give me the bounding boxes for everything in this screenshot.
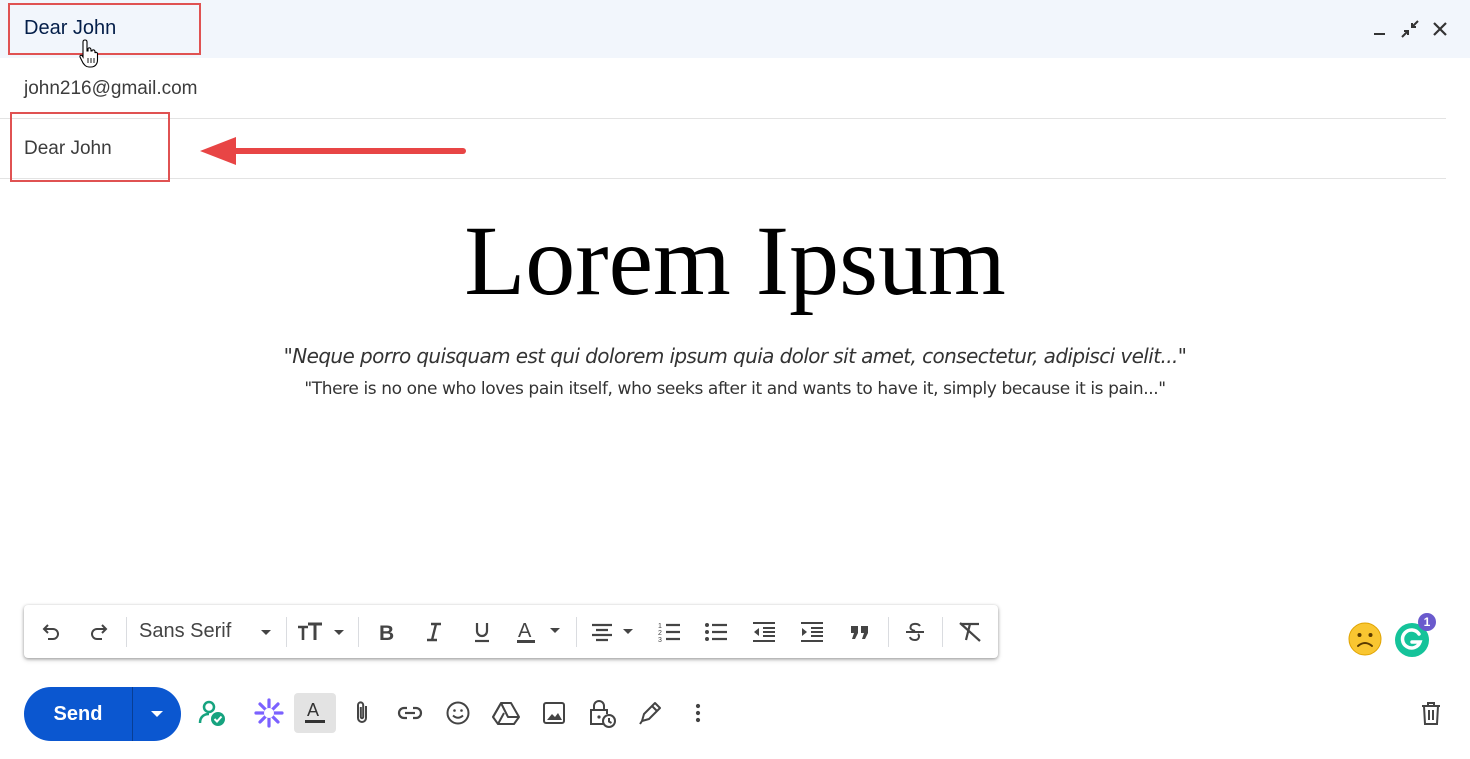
body-quote-latin: "Neque porro quisquam est qui dolorem ip… <box>283 344 1187 368</box>
recipients-row[interactable]: john216@gmail.com <box>0 58 1446 119</box>
attach-icon[interactable] <box>342 693 382 733</box>
svg-text:A: A <box>307 700 319 720</box>
svg-text:A: A <box>518 620 532 642</box>
redo-icon[interactable] <box>84 618 114 646</box>
svg-text:2: 2 <box>658 630 662 637</box>
photo-icon[interactable] <box>534 693 574 733</box>
font-family-select[interactable]: Sans Serif <box>139 620 231 643</box>
indent-less-icon[interactable] <box>749 618 779 646</box>
sparkle-icon[interactable] <box>249 693 289 733</box>
drive-icon[interactable] <box>486 693 526 733</box>
align-icon[interactable] <box>589 618 639 646</box>
arrow-annotation-icon <box>200 137 466 165</box>
bold-icon[interactable]: B <box>371 618 401 646</box>
remove-formatting-icon[interactable] <box>955 618 985 646</box>
user-check-icon[interactable] <box>193 693 233 733</box>
italic-icon[interactable] <box>419 618 449 646</box>
toolbar-divider <box>888 617 889 647</box>
formatting-options-icon[interactable]: A <box>294 693 336 733</box>
recipient-chip[interactable]: john216@gmail.com <box>24 78 198 100</box>
link-icon[interactable] <box>390 693 430 733</box>
subject-highlight-box <box>10 112 170 182</box>
bulleted-list-icon[interactable] <box>701 618 731 646</box>
text-color-icon[interactable]: A <box>514 618 566 646</box>
body-quote-english: "There is no one who loves pain itself, … <box>304 379 1166 399</box>
svg-text:1: 1 <box>658 623 662 630</box>
chevron-down-icon <box>151 711 163 717</box>
toolbar-divider <box>126 617 127 647</box>
close-icon[interactable] <box>1429 18 1451 40</box>
send-split-button: Send <box>24 687 181 741</box>
send-options-button[interactable] <box>133 687 181 741</box>
title-highlight-box <box>8 3 201 55</box>
minimize-icon[interactable] <box>1369 18 1391 40</box>
confidential-mode-icon[interactable] <box>582 693 622 733</box>
toolbar-divider <box>942 617 943 647</box>
send-button[interactable]: Send <box>24 687 132 741</box>
svg-text:3: 3 <box>658 637 662 644</box>
toolbar-divider <box>286 617 287 647</box>
toolbar-divider <box>576 617 577 647</box>
discard-icon[interactable] <box>1411 693 1451 733</box>
formatting-toolbar: Sans Serif B A 1 2 3 <box>24 605 998 658</box>
font-size-icon[interactable] <box>296 618 348 646</box>
more-options-icon[interactable] <box>678 693 718 733</box>
emoji-icon[interactable] <box>438 693 478 733</box>
signature-icon[interactable] <box>630 693 670 733</box>
grammarly-badge: 1 <box>1418 613 1436 631</box>
sad-face-icon <box>1348 622 1382 656</box>
quote-icon[interactable] <box>845 618 875 646</box>
underline-icon[interactable] <box>467 618 497 646</box>
exit-fullscreen-icon[interactable] <box>1399 18 1421 40</box>
toolbar-divider <box>358 617 359 647</box>
undo-icon[interactable] <box>36 618 66 646</box>
chevron-down-icon[interactable] <box>256 618 276 646</box>
indent-more-icon[interactable] <box>797 618 827 646</box>
strikethrough-icon[interactable] <box>900 618 930 646</box>
svg-text:B: B <box>379 622 394 644</box>
body-heading: Lorem Ipsum <box>464 205 1006 316</box>
numbered-list-icon[interactable]: 1 2 3 <box>654 618 684 646</box>
grammarly-button[interactable]: 1 <box>1393 613 1436 659</box>
compose-header[interactable]: Dear John <box>0 0 1470 58</box>
